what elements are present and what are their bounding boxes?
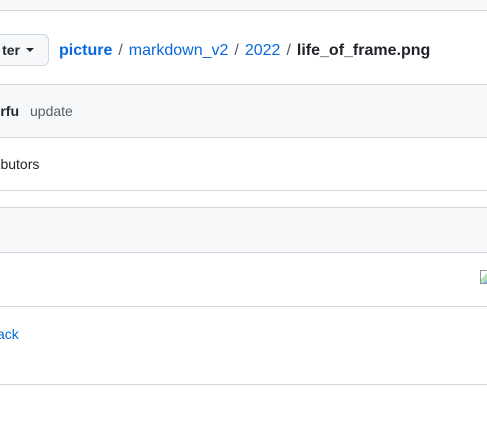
breadcrumb-repo-link[interactable]: picture: [59, 41, 112, 61]
file-page: ter picture / markdown_v2 / 2022 / life_…: [0, 0, 487, 429]
back-link[interactable]: ack: [0, 326, 19, 342]
broken-image-icon[interactable]: [480, 270, 487, 284]
latest-commit-box: perfu update: [0, 84, 487, 138]
breadcrumb-folder-link[interactable]: markdown_v2: [129, 41, 229, 61]
contributors-label[interactable]: ntributors: [0, 156, 39, 172]
branch-name: ter: [2, 42, 20, 58]
breadcrumb-file-name: life_of_frame.png: [296, 42, 431, 59]
file-content: [0, 252, 487, 307]
file-header: [0, 207, 487, 253]
branch-selector-button[interactable]: ter: [0, 34, 49, 66]
commit-message-link[interactable]: update: [30, 103, 73, 119]
contributors-box: ntributors: [0, 137, 487, 191]
breadcrumb-separator: /: [286, 42, 291, 59]
caret-down-icon: [26, 48, 34, 52]
breadcrumb: picture / markdown_v2 / 2022 / life_of_f…: [59, 41, 430, 61]
divider: [0, 384, 487, 385]
breadcrumb-separator: /: [118, 42, 123, 59]
commit-author-link[interactable]: perfu: [0, 103, 19, 119]
breadcrumb-folder-link[interactable]: 2022: [245, 41, 281, 61]
breadcrumb-separator: /: [234, 42, 239, 59]
top-bar: [0, 0, 487, 11]
